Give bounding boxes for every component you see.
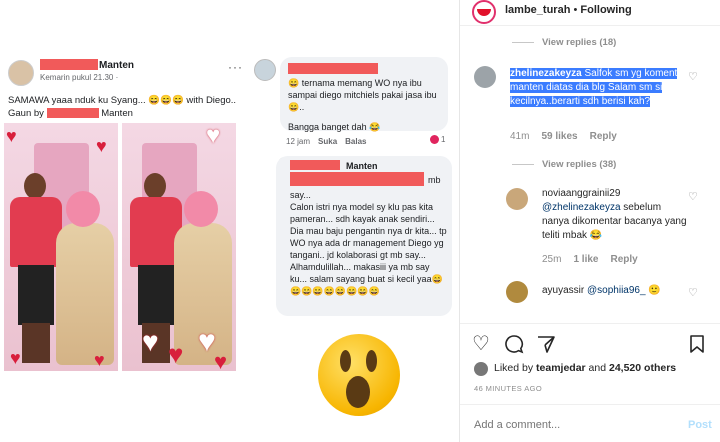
more-options-icon: ··· [228, 60, 243, 74]
share-icon[interactable] [536, 334, 556, 358]
add-comment-bar: Post [460, 404, 720, 442]
comment-meta: 41m 59 likes Reply [510, 131, 629, 142]
avatar [254, 59, 276, 81]
avatar[interactable] [472, 0, 496, 24]
post-timestamp: 46 MINUTES AGO [474, 384, 543, 393]
reaction-number: 1 [441, 135, 446, 144]
redaction-bar [290, 160, 340, 170]
heart-icon: ♥ [96, 136, 107, 156]
comment-time: 12 jam [286, 137, 311, 146]
highlighted-comment: zhelinezakeyza Salfok sm yg koment mante… [510, 68, 678, 107]
mention-link[interactable]: @sophiia96_ [587, 285, 646, 296]
comment-text: 😄 ternama memang WO nya ibu sampai diego… [288, 78, 437, 112]
liked-by: Liked by teamjedar and 24,520 others [494, 362, 676, 374]
mention-link[interactable]: @zhelinezakeyza [542, 202, 621, 213]
username-link[interactable]: lambe_turah [505, 4, 570, 16]
redaction-bar [290, 172, 424, 186]
redaction-bar [288, 63, 378, 74]
wow-emoji [318, 334, 400, 416]
view-replies-button[interactable]: View replies (38) [512, 159, 616, 170]
comment: zhelinezakeyza Salfok sm yg koment mante… [510, 67, 686, 109]
reply-button[interactable]: Reply [590, 131, 617, 142]
heart-outline-icon[interactable]: ♡ [472, 334, 490, 354]
reaction-count: 1 [430, 135, 446, 145]
heart-face-sticker [184, 191, 218, 227]
reply-link: Balas [345, 137, 367, 146]
avatar[interactable] [474, 362, 488, 376]
wedding-photo-1: ♥ ♥ ♥ ♥ [4, 123, 118, 371]
facebook-comment-1: 😄 ternama memang WO nya ibu sampai diego… [252, 55, 448, 147]
facebook-comment-2: Manten mb say... Calon istri nya model s… [276, 156, 452, 318]
comment-username[interactable]: noviaanggrainii29 [542, 188, 620, 199]
comment-meta: 25m 1 like Reply [542, 254, 650, 265]
avatar[interactable] [506, 281, 528, 303]
comment-text-2: Bangga banget dah 😂 [288, 122, 381, 132]
comment-time: 41m [510, 131, 530, 142]
post-author-name: Manten [99, 60, 134, 71]
heart-icon: ♥ [168, 339, 184, 369]
separator: • [570, 4, 581, 16]
comment-bubble: Manten mb say... Calon istri nya model s… [276, 156, 452, 316]
comment-username[interactable]: zhelinezakeyza [510, 68, 582, 79]
facebook-post-screenshot: Manten Kemarin pukul 21.30 · ··· SAMAWA … [4, 54, 248, 378]
comment-bubble: 😄 ternama memang WO nya ibu sampai diego… [280, 57, 448, 132]
comment-input[interactable] [474, 419, 664, 431]
bookmark-icon[interactable] [688, 334, 706, 358]
redaction-bar [46, 108, 99, 119]
avatar [8, 60, 34, 86]
liked-by-count[interactable]: 24,520 others [609, 362, 676, 374]
likes-count[interactable]: 59 likes [541, 131, 577, 142]
heart-outline-icon[interactable]: ♡ [688, 190, 698, 203]
post-header: lambe_turah • Following [460, 0, 720, 26]
post-caption: SAMAWA yaaa nduk ku Syang... 😄😄😄 with Di… [8, 94, 248, 120]
reply-button[interactable]: Reply [610, 254, 637, 265]
caption-line-1: SAMAWA yaaa nduk ku Syang... 😄😄😄 with Di… [8, 95, 237, 106]
comment-time: 25m [542, 254, 562, 265]
redaction-bar [40, 59, 98, 70]
heart-face-sticker [66, 191, 100, 227]
comments-thread: View replies (18) zhelinezakeyza Salfok … [460, 26, 720, 324]
view-replies-button[interactable]: View replies (18) [512, 37, 616, 48]
caption-gaun-by: Gaun by [8, 108, 47, 119]
comment: ayuyassir @sophiia96_ 🙂 [542, 284, 692, 298]
avatar[interactable] [506, 188, 528, 210]
heart-icon: ♥ [94, 350, 105, 370]
heart-outline-icon[interactable]: ♡ [688, 70, 698, 83]
comment-icon[interactable] [504, 334, 524, 358]
like-link: Suka [318, 137, 338, 146]
comment-author-name: Manten [346, 161, 378, 171]
caption-manten: Manten [98, 108, 133, 119]
post-image: Manten Kemarin pukul 21.30 · ··· SAMAWA … [0, 0, 460, 442]
heart-outline-icon[interactable]: ♡ [688, 286, 698, 299]
comment-text: say... Calon istri nya model sy klu pas … [290, 190, 447, 296]
comment-username[interactable]: ayuyassir [542, 285, 584, 296]
liked-by-user[interactable]: teamjedar [536, 362, 586, 374]
comment-mb: mb [428, 175, 441, 185]
wedding-photo-2: ♥ ♥ ♥ ♥ ♥ [122, 123, 236, 371]
avatar[interactable] [474, 66, 496, 88]
header-user: lambe_turah • Following [505, 4, 632, 16]
heart-reaction-icon [430, 135, 439, 145]
heart-icon: ♥ [142, 326, 159, 357]
caption-line-2: Gaun by Manten [8, 107, 248, 120]
post-time: Kemarin pukul 21.30 · [40, 73, 119, 82]
liked-by-prefix: Liked by [494, 362, 537, 374]
post-button[interactable]: Post [688, 419, 712, 431]
following-button[interactable]: Following [580, 4, 631, 16]
likes-count[interactable]: 1 like [573, 254, 598, 265]
comment-text: 🙂 [645, 285, 661, 296]
heart-icon: ♥ [6, 126, 17, 146]
comment: noviaanggrainii29 @zhelinezakeyza sebelu… [542, 187, 690, 243]
comment-meta: 12 jam Suka Balas [286, 137, 367, 146]
instagram-sidebar: lambe_turah • Following View replies (18… [460, 0, 720, 442]
liked-by-and: and [585, 362, 609, 374]
heart-icon: ♥ [206, 123, 221, 149]
heart-icon: ♥ [10, 348, 21, 368]
heart-icon: ♥ [214, 349, 228, 372]
